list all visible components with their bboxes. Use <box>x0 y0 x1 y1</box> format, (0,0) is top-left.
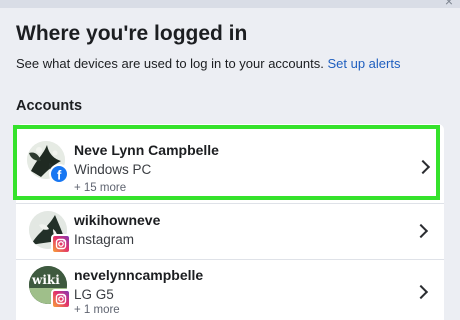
page-subtitle: See what devices are used to log in to y… <box>16 56 400 71</box>
setup-alerts-link[interactable]: Set up alerts <box>327 56 400 71</box>
instagram-icon <box>51 289 71 309</box>
chevron-right-icon <box>413 223 429 239</box>
top-strip <box>0 0 460 8</box>
page-title: Where you're logged in <box>16 22 248 45</box>
chevron-right-icon <box>413 284 429 300</box>
account-platform: LG G5 <box>74 287 114 302</box>
svg-text:f: f <box>57 168 62 183</box>
account-row-wikihowneve[interactable]: wikihowneve Instagram <box>16 204 444 259</box>
account-platform: Windows PC <box>74 162 152 177</box>
account-row-neve-lynn-campbelle[interactable]: f Neve Lynn Campbelle Windows PC + 15 mo… <box>13 125 440 200</box>
subtitle-text: See what devices are used to log in to y… <box>16 56 324 71</box>
accounts-section-label: Accounts <box>16 98 83 114</box>
account-name: Neve Lynn Campbelle <box>74 142 219 158</box>
account-platform: Instagram <box>74 232 135 247</box>
facebook-icon: f <box>49 164 69 184</box>
account-more-count: + 15 more <box>74 182 127 194</box>
avatar-logo-text: wiki <box>31 273 60 287</box>
account-name: nevelynncampbelle <box>74 267 204 283</box>
account-row-nevelynncampbelle[interactable]: wiki nevelynncampbelle LG G5 + 1 more <box>16 260 444 320</box>
account-name: wikihowneve <box>74 212 161 228</box>
account-more-count: + 1 more <box>74 304 120 316</box>
chevron-right-icon <box>415 159 431 175</box>
close-icon[interactable]: × <box>438 0 460 8</box>
instagram-icon <box>51 234 71 254</box>
